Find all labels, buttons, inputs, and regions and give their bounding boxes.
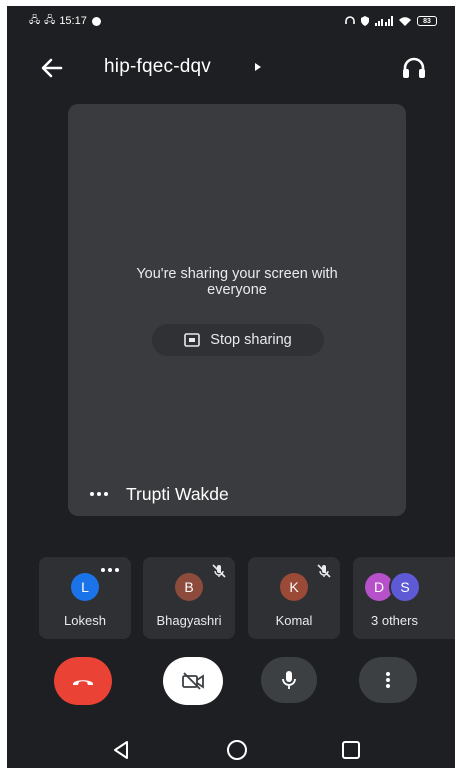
- square-recents-icon: [342, 741, 360, 759]
- status-left: 🖧 🖧 15:17: [29, 13, 101, 30]
- sharing-message-line2: everyone: [207, 282, 267, 298]
- nav-back-button[interactable]: [107, 738, 135, 762]
- presentation-tile: You're sharing your screen with everyone…: [68, 104, 406, 516]
- top-bar: hip-fqec-dqv: [7, 50, 455, 86]
- more-vertical-icon: [386, 672, 390, 688]
- participant-name: Bhagyashri: [156, 613, 222, 628]
- headphones-icon: [403, 57, 425, 78]
- participant-tile-lokesh[interactable]: L Lokesh: [39, 557, 131, 639]
- nav-recents-button[interactable]: [337, 738, 365, 762]
- caret-right-icon[interactable]: [255, 63, 261, 71]
- status-bar: 🖧 🖧 15:17 83: [7, 6, 455, 36]
- meeting-code[interactable]: hip-fqec-dqv: [104, 56, 211, 78]
- avatar-group: D S: [365, 571, 425, 603]
- signal-icon: [375, 16, 393, 26]
- sharing-message-line1: You're sharing your screen with: [136, 266, 338, 282]
- avatar: B: [175, 573, 203, 601]
- participant-name: 3 others: [371, 613, 418, 628]
- avatar: S: [389, 571, 421, 603]
- camera-off-icon: [182, 672, 204, 690]
- notification-icon: 🖧: [44, 14, 55, 26]
- arrow-left-icon: [41, 58, 63, 78]
- chat-icon: [91, 16, 101, 26]
- notification-icon: 🖧: [29, 14, 40, 26]
- shield-icon: [361, 16, 369, 26]
- status-time: 15:17: [59, 15, 87, 27]
- mic-off-icon: [317, 564, 331, 578]
- presenter-name: Trupti Wakde: [126, 483, 229, 504]
- avatar: K: [280, 573, 308, 601]
- microphone-button[interactable]: [261, 657, 317, 703]
- sharing-message: You're sharing your screen with everyone: [68, 266, 406, 298]
- back-button[interactable]: [37, 54, 67, 82]
- stop-screen-share-icon: [184, 333, 201, 347]
- nav-home-button[interactable]: [223, 738, 251, 762]
- participant-name: Lokesh: [64, 613, 106, 628]
- participants-strip: L Lokesh B Bhagyashri K Komal D S 3 othe…: [39, 557, 455, 641]
- stop-sharing-label: Stop sharing: [210, 332, 292, 348]
- camera-toggle-button[interactable]: [163, 657, 223, 705]
- participant-name: Komal: [275, 613, 313, 628]
- call-controls: [7, 657, 455, 711]
- circle-home-icon: [227, 740, 247, 760]
- battery-icon: 83: [417, 16, 437, 26]
- participant-tile-others[interactable]: D S 3 others: [353, 557, 455, 639]
- phone-screen: 🖧 🖧 15:17 83 hip-fqec-dqv You're sharing…: [7, 6, 455, 768]
- headset-status-icon: [345, 16, 355, 24]
- stop-sharing-button[interactable]: Stop sharing: [152, 324, 324, 356]
- end-call-button[interactable]: [54, 657, 112, 705]
- more-horizontal-icon[interactable]: [101, 568, 119, 572]
- presenter-footer: Trupti Wakde: [90, 482, 229, 506]
- phone-hangup-icon: [73, 680, 93, 685]
- more-options-button[interactable]: [359, 657, 417, 703]
- more-horizontal-icon[interactable]: [90, 492, 108, 496]
- system-navigation-bar: [7, 734, 455, 768]
- audio-output-button[interactable]: [399, 54, 429, 82]
- status-right: 83: [345, 16, 437, 26]
- wifi-icon: [399, 17, 411, 26]
- participant-tile-bhagyashri[interactable]: B Bhagyashri: [143, 557, 235, 639]
- avatar: L: [71, 573, 99, 601]
- mic-off-icon: [212, 564, 226, 578]
- triangle-back-icon: [114, 741, 128, 759]
- participant-tile-komal[interactable]: K Komal: [248, 557, 340, 639]
- microphone-icon: [282, 671, 296, 689]
